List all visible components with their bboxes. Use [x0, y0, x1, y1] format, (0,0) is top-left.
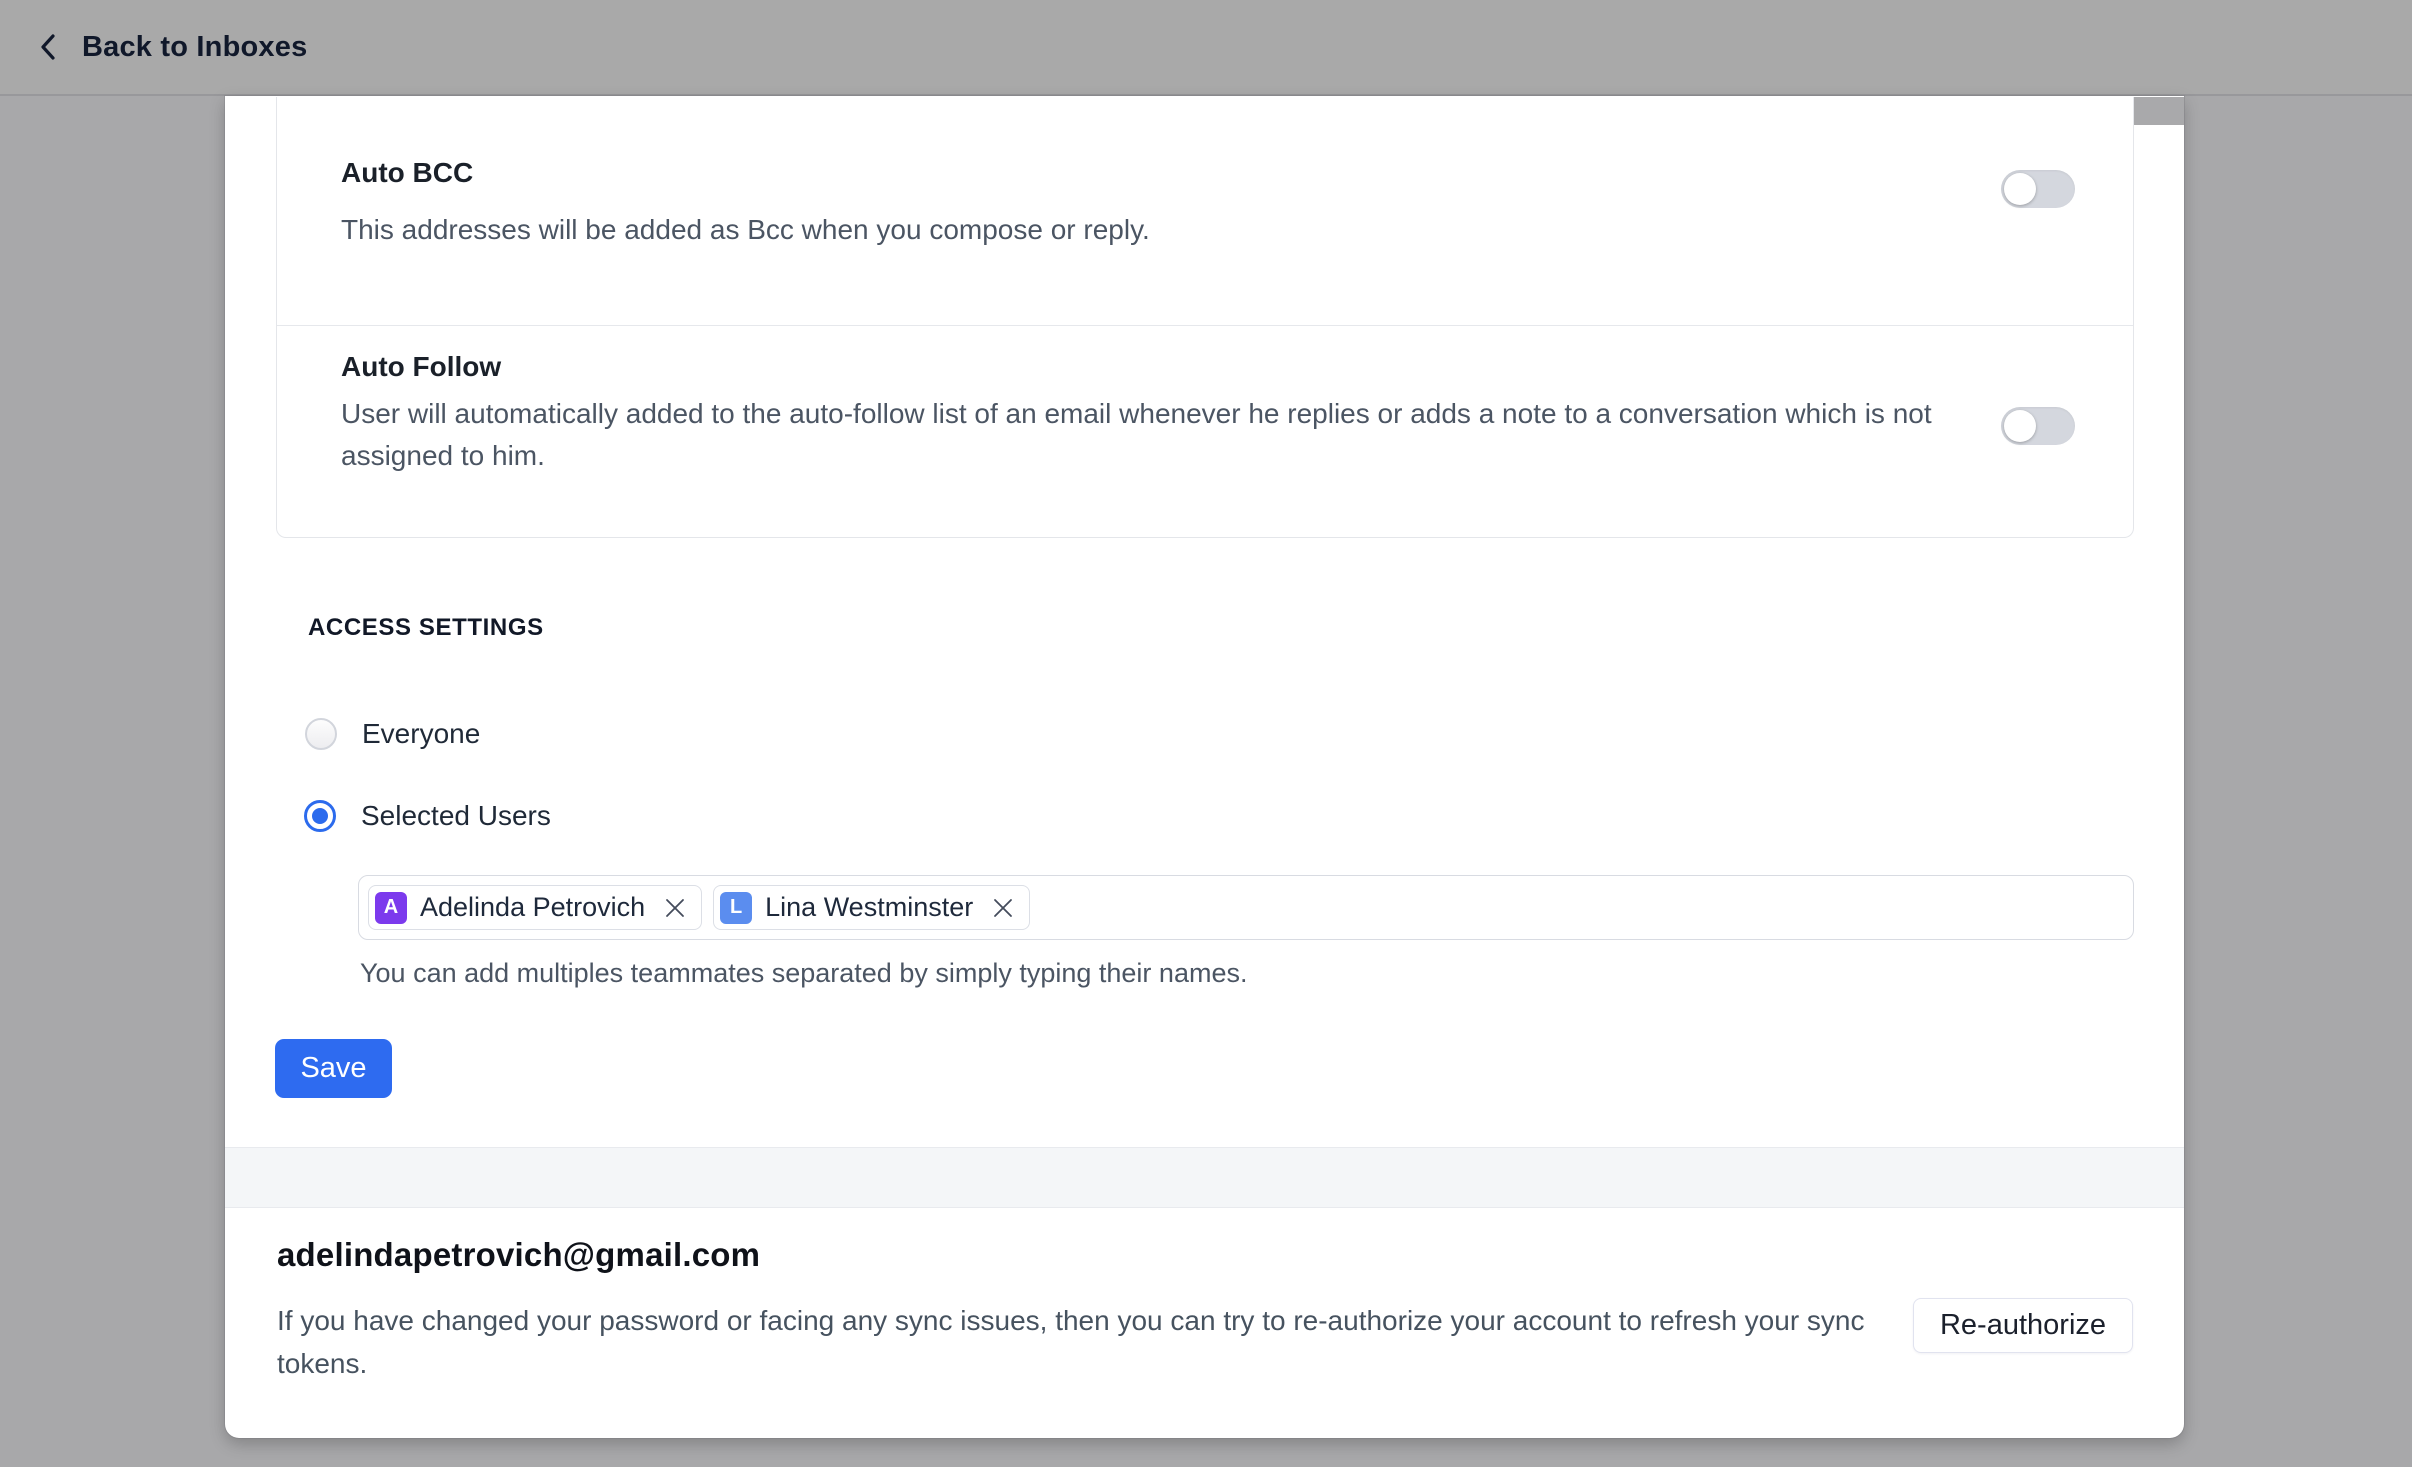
- toggle-knob: [2004, 410, 2036, 442]
- user-chip: L Lina Westminster: [713, 885, 1031, 930]
- reauthorize-button[interactable]: Re-authorize: [1913, 1298, 2133, 1353]
- radio-option-everyone[interactable]: Everyone: [305, 714, 480, 754]
- back-to-inboxes-button[interactable]: Back to Inboxes: [34, 30, 307, 64]
- user-chip-name: Lina Westminster: [765, 892, 974, 922]
- auto-follow-description: User will automatically added to the aut…: [341, 398, 1932, 471]
- auto-follow-toggle[interactable]: [2001, 407, 2075, 445]
- radio-everyone[interactable]: [305, 718, 337, 750]
- auto-follow-title: Auto Follow: [341, 351, 502, 382]
- toggle-knob: [2004, 173, 2036, 205]
- chips-helper-text: You can add multiples teammates separate…: [360, 958, 1248, 988]
- radio-everyone-label: Everyone: [362, 718, 481, 749]
- radio-selected-users-label: Selected Users: [361, 800, 551, 831]
- settings-panel: Auto BCC This addresses will be added as…: [225, 96, 2184, 1438]
- back-label: Back to Inboxes: [82, 30, 308, 63]
- remove-user-icon[interactable]: [658, 895, 688, 921]
- selected-users-input[interactable]: A Adelinda Petrovich L Lina Westminster: [358, 875, 2134, 940]
- section-divider-band: [225, 1147, 2184, 1208]
- top-bar: Back to Inboxes: [0, 0, 2412, 96]
- auto-bcc-title: Auto BCC: [341, 157, 474, 188]
- user-chip: A Adelinda Petrovich: [368, 885, 703, 930]
- remove-user-icon[interactable]: [986, 895, 1016, 921]
- auto-bcc-toggle[interactable]: [2001, 170, 2075, 208]
- account-email: adelindapetrovich@gmail.com: [277, 1236, 761, 1273]
- row-divider: [277, 325, 2133, 326]
- radio-selected-users[interactable]: [304, 800, 336, 832]
- user-avatar: L: [720, 891, 753, 924]
- auto-bcc-description: This addresses will be added as Bcc when…: [341, 214, 1150, 245]
- user-avatar: A: [375, 891, 407, 924]
- chevron-left-icon: [34, 30, 64, 64]
- mail-options-card: Auto BCC This addresses will be added as…: [276, 97, 2134, 538]
- save-button[interactable]: Save: [275, 1039, 392, 1098]
- user-chip-name: Adelinda Petrovich: [420, 892, 646, 922]
- access-settings-heading: ACCESS SETTINGS: [308, 614, 544, 641]
- reauthorize-description: If you have changed your password or fac…: [277, 1305, 1865, 1379]
- radio-option-selected-users[interactable]: Selected Users: [304, 796, 551, 836]
